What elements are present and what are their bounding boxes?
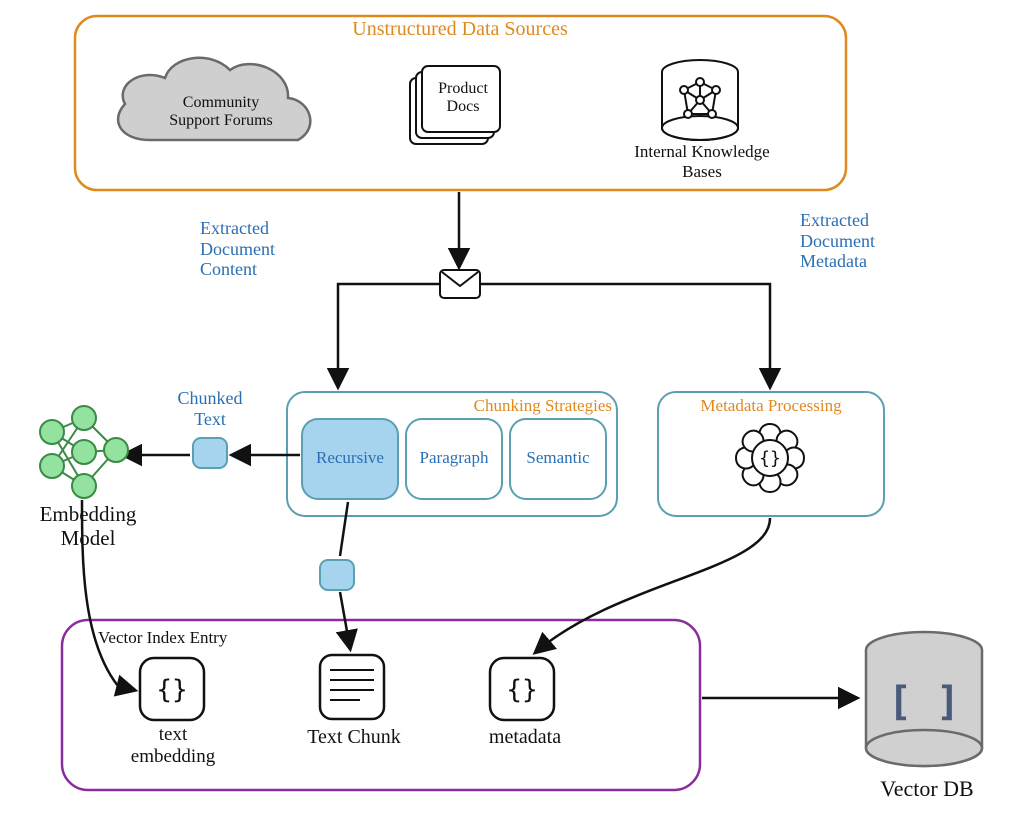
metadata-icon: {} — [490, 658, 554, 720]
label-extracted-metadata: Extracted Document Metadata — [800, 210, 940, 272]
svg-text:[ ]: [ ] — [888, 679, 960, 725]
label-paragraph: Paragraph — [406, 448, 502, 468]
chunk-chip-icon — [193, 438, 227, 468]
svg-text:{}: {} — [156, 675, 187, 705]
arrow-envelope-to-chunking — [338, 284, 439, 386]
label-text-chunk: Text Chunk — [292, 726, 416, 749]
line-recursive-to-chip2 — [340, 502, 348, 556]
title-vector-index-entry: Vector Index Entry — [98, 628, 298, 648]
text-chunk-icon — [320, 655, 384, 719]
svg-text:{}: {} — [506, 675, 537, 705]
vector-db-icon: [ ] — [866, 632, 982, 766]
label-extracted-content: Extracted Document Content — [200, 218, 340, 280]
label-knowledge-bases: Internal Knowledge Bases — [610, 142, 794, 181]
arrow-chip2-to-textchunk — [340, 592, 350, 648]
label-vector-db: Vector DB — [862, 776, 992, 801]
label-embedding-model: Embedding Model — [18, 502, 158, 550]
title-metadata-processing: Metadata Processing — [668, 396, 874, 416]
knowledge-base-icon — [662, 60, 738, 140]
arrow-envelope-to-metadata — [481, 284, 770, 386]
label-product-docs: Product Docs — [428, 80, 498, 117]
label-chunked-text: Chunked Text — [160, 388, 260, 429]
arrow-metadataproc-to-metadata — [536, 518, 770, 652]
metadata-flower-icon: {} — [736, 424, 804, 492]
chunk-chip-icon-2 — [320, 560, 354, 590]
text-embedding-icon: {} — [140, 658, 204, 720]
title-unstructured-sources: Unstructured Data Sources — [260, 18, 660, 41]
label-recursive: Recursive — [302, 448, 398, 468]
envelope-icon — [440, 270, 480, 298]
svg-text:{}: {} — [759, 448, 781, 469]
label-text-embedding: text embedding — [118, 724, 228, 768]
label-metadata: metadata — [470, 726, 580, 749]
neural-net-icon — [40, 406, 128, 498]
label-forums: Community Support Forums — [146, 94, 296, 131]
label-semantic: Semantic — [510, 448, 606, 468]
title-chunking-strategies: Chunking Strategies — [420, 396, 612, 416]
